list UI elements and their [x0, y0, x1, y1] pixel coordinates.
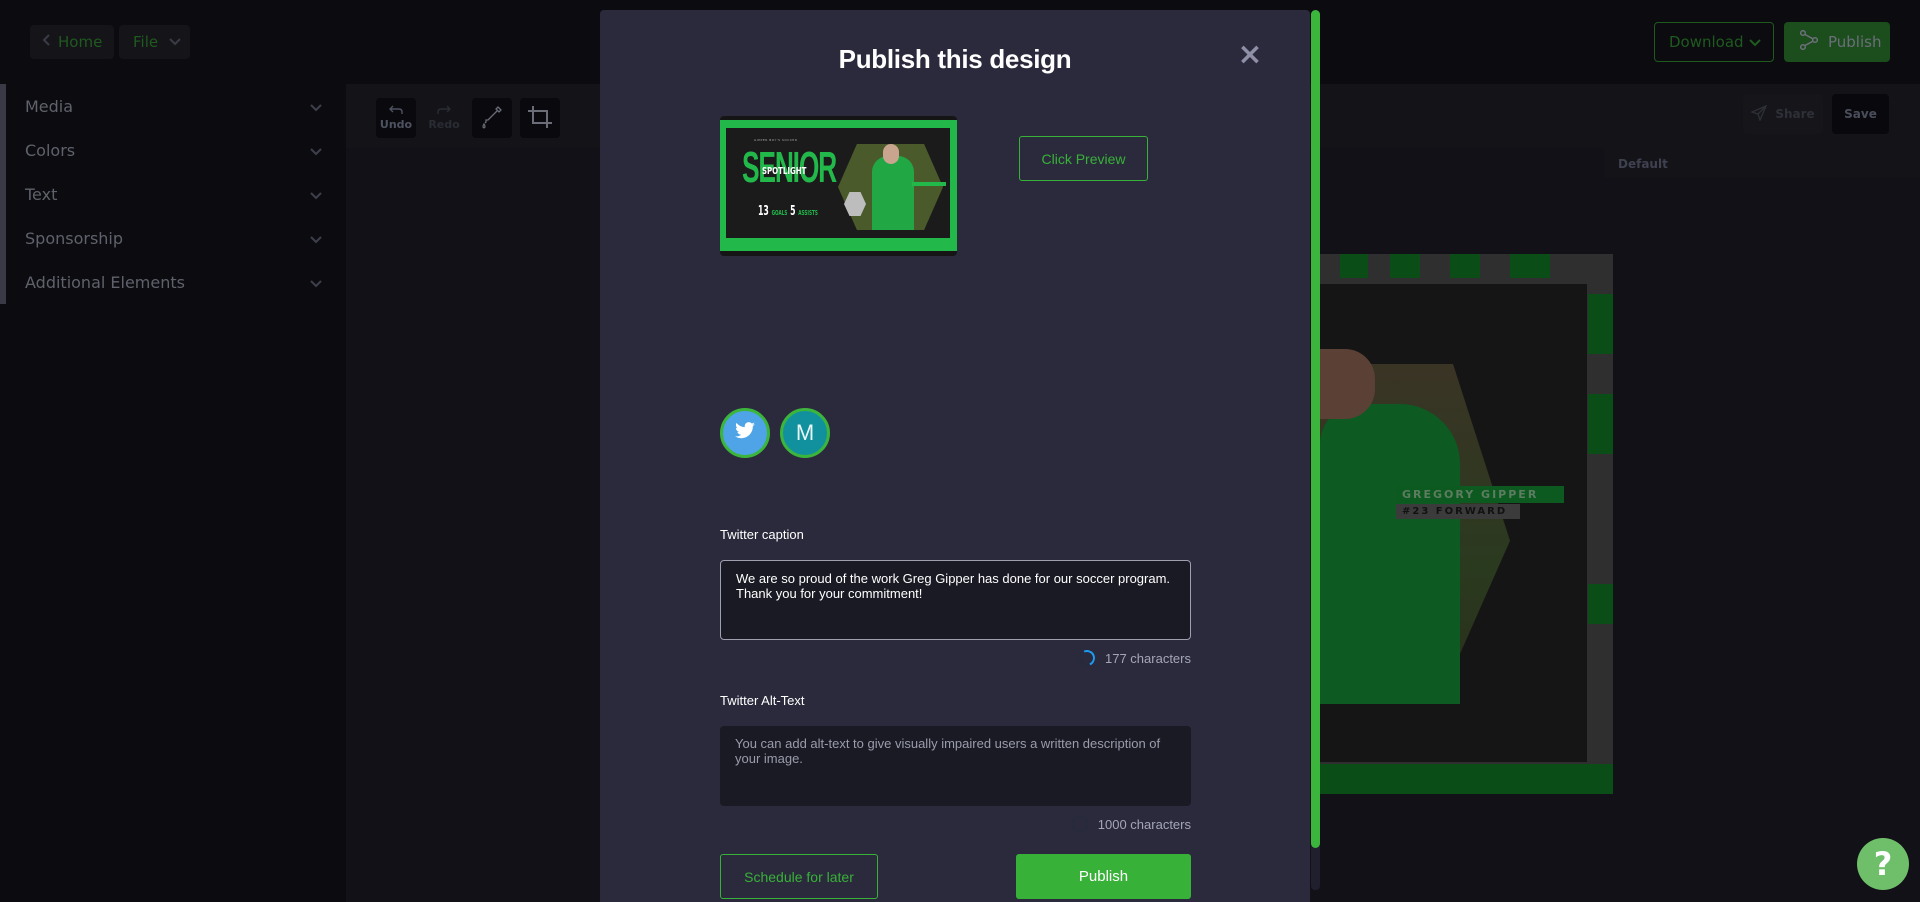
- chevron-down-icon: [310, 185, 322, 204]
- redo-button[interactable]: Redo: [424, 98, 464, 138]
- eyedropper-button[interactable]: [472, 98, 512, 138]
- crop-icon: [527, 105, 553, 132]
- file-label: File: [133, 33, 159, 51]
- design-canvas[interactable]: GREGORY GIPPER #23 FORWARD: [1320, 254, 1613, 794]
- progress-ring-icon: [1071, 816, 1088, 832]
- crop-button[interactable]: [520, 98, 560, 138]
- mastodon-letter-icon: M: [795, 420, 815, 445]
- home-label: Home: [58, 33, 103, 51]
- alttext-char-counter: 1000 characters: [1071, 816, 1191, 832]
- redo-label: Redo: [428, 118, 460, 131]
- download-label: Download: [1669, 33, 1744, 51]
- twitter-account-toggle[interactable]: [720, 408, 770, 458]
- twitter-alttext-input[interactable]: [720, 726, 1191, 806]
- twitter-alttext-label: Twitter Alt-Text: [720, 693, 805, 708]
- sidebar: Media Colors Text Sponsorship Additional…: [0, 84, 346, 304]
- modal-scrollbar-thumb[interactable]: [1311, 10, 1320, 848]
- sidebar-item-label: Additional Elements: [25, 272, 185, 292]
- thumbnail-subtitle: GIPPER BOY'S SOCCER: [754, 138, 798, 142]
- design-player: [1320, 404, 1460, 704]
- caption-char-counter: 177 characters: [1076, 647, 1191, 669]
- share-label: Share: [1775, 107, 1815, 121]
- undo-icon: [389, 105, 403, 118]
- eyedropper-icon: [481, 105, 503, 132]
- thumbnail-overlay: SPOTLIGHT: [762, 166, 807, 177]
- design-player-name: GREGORY GIPPER: [1396, 486, 1564, 503]
- sidebar-item-colors[interactable]: Colors: [6, 128, 346, 172]
- schedule-for-later-button[interactable]: Schedule for later: [720, 854, 878, 899]
- publish-button[interactable]: Publish: [1016, 854, 1191, 899]
- twitter-caption-label: Twitter caption: [720, 527, 804, 542]
- sidebar-item-sponsorship[interactable]: Sponsorship: [6, 216, 346, 260]
- sidebar-item-additional-elements[interactable]: Additional Elements: [6, 260, 346, 304]
- mastodon-account-toggle[interactable]: M: [780, 408, 830, 458]
- chevron-down-icon: [310, 229, 322, 248]
- design-player-head: [1320, 349, 1375, 419]
- undo-button[interactable]: Undo: [376, 98, 416, 138]
- alttext-counter-text: 1000 characters: [1097, 816, 1191, 832]
- click-preview-button[interactable]: Click Preview: [1019, 136, 1148, 181]
- sidebar-item-label: Text: [25, 184, 58, 204]
- page-name-label: Default: [1604, 148, 1920, 178]
- file-menu-button[interactable]: File: [119, 25, 190, 59]
- close-icon[interactable]: ×: [1237, 40, 1263, 70]
- sidebar-item-media[interactable]: Media: [6, 84, 346, 128]
- save-button[interactable]: Save: [1832, 94, 1889, 134]
- chevron-left-icon: [42, 33, 52, 51]
- chevron-down-icon: [310, 97, 322, 116]
- chevron-down-icon: [310, 273, 322, 292]
- twitter-caption-input[interactable]: [720, 560, 1191, 640]
- question-mark-icon: ?: [1873, 845, 1893, 883]
- undo-label: Undo: [379, 118, 413, 131]
- send-icon: [1750, 104, 1768, 124]
- progress-ring-icon: [1076, 647, 1098, 669]
- design-thumbnail: GIPPER BOY'S SOCCER SENIOR SPOTLIGHT 13 …: [720, 116, 957, 256]
- publish-top-button[interactable]: Publish: [1784, 22, 1890, 62]
- sidebar-item-label: Colors: [25, 140, 76, 160]
- sidebar-item-label: Media: [25, 96, 74, 116]
- share-nodes-icon: [1799, 29, 1819, 54]
- help-button[interactable]: ?: [1857, 838, 1909, 890]
- modal-title: Publish this design: [838, 44, 1072, 74]
- home-button[interactable]: Home: [30, 25, 114, 59]
- chevron-down-icon: [310, 141, 322, 160]
- download-button[interactable]: Download: [1654, 22, 1774, 62]
- thumbnail-stats: 13 GOALS 5 ASSISTS: [758, 204, 818, 219]
- caption-counter-text: 177 characters: [1105, 650, 1191, 666]
- twitter-bird-icon: [734, 422, 756, 444]
- publish-top-label: Publish: [1828, 33, 1882, 51]
- share-button[interactable]: Share: [1743, 94, 1823, 134]
- app-root: Home File Download Publish Media Colors …: [0, 0, 1920, 902]
- design-player-position: #23 FORWARD: [1396, 504, 1520, 519]
- sidebar-item-text[interactable]: Text: [6, 172, 346, 216]
- chevron-down-icon: [1749, 33, 1761, 51]
- chevron-down-icon: [168, 33, 182, 51]
- redo-icon: [437, 105, 451, 118]
- sidebar-item-label: Sponsorship: [25, 228, 124, 248]
